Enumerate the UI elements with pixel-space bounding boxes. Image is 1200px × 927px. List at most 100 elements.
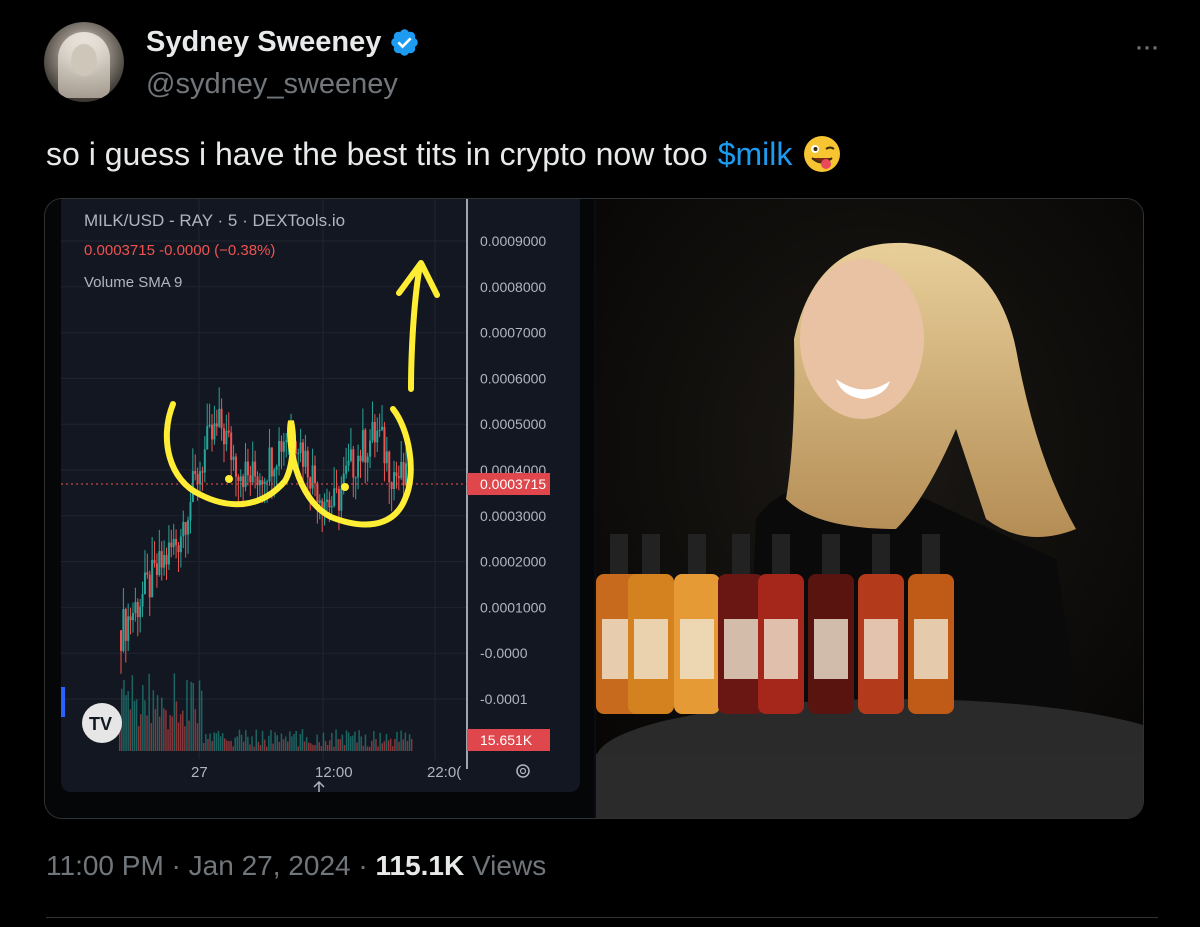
verified-badge-icon: [391, 29, 419, 56]
candle-body: [359, 455, 362, 462]
volume-bar: [230, 740, 232, 751]
winking-tongue-emoji-icon: [804, 136, 841, 172]
volume-bar: [131, 675, 134, 751]
volume-bar: [289, 731, 291, 751]
volume-bar: [200, 690, 203, 751]
price-tick-label: 0.0009000: [480, 233, 546, 249]
candle-body: [383, 426, 386, 464]
tweet-media[interactable]: MILK/USD - RAY · 5 · DEXTools.io 0.00037…: [44, 198, 1144, 819]
settings-gear-icon[interactable]: [516, 764, 530, 778]
candle-body: [155, 563, 158, 575]
candle-body: [325, 499, 328, 502]
candle-body: [297, 452, 300, 454]
tweet-body: so i guess i have the best tits in crypt…: [46, 135, 708, 172]
volume-bar: [293, 733, 295, 751]
volume-bar: [335, 729, 337, 751]
tweet-time[interactable]: 11:00 PM: [46, 850, 164, 881]
volume-bar: [213, 732, 215, 751]
volume-bar: [154, 709, 157, 751]
volume-bar: [184, 726, 186, 751]
price-tick-label: 0.0007000: [480, 325, 546, 341]
side-handle[interactable]: [61, 687, 65, 717]
candle-body: [170, 542, 173, 548]
volume-bar: [175, 701, 178, 751]
candle-body: [299, 442, 302, 453]
volume-bar: [385, 733, 388, 751]
resize-arrow-icon[interactable]: [313, 780, 325, 804]
volume-bar: [259, 745, 262, 751]
tweet-footer: 11:00 PM · Jan 27, 2024 · 115.1K Views: [46, 850, 546, 882]
volume-bar: [182, 710, 184, 751]
time-tick-0: 27: [191, 764, 208, 781]
candle-body: [378, 429, 381, 431]
more-options-icon[interactable]: ···: [1134, 30, 1160, 64]
candle-body: [347, 460, 350, 466]
tradingview-logo[interactable]: TV: [82, 703, 122, 743]
volume-bar: [284, 736, 287, 751]
candle-body: [143, 572, 146, 595]
price-tick-label: 0.0002000: [480, 554, 546, 570]
volume-bar: [410, 738, 413, 751]
price-tick-label: 0.0001000: [480, 599, 546, 615]
cashtag-link[interactable]: $milk: [718, 136, 793, 173]
volume-bar: [396, 731, 398, 751]
bottle-neck: [922, 534, 940, 576]
candle-body: [208, 424, 211, 427]
bottle-neck: [642, 534, 660, 576]
author-name-text[interactable]: Sydney Sweeney: [146, 26, 381, 59]
volume-bar: [127, 691, 129, 751]
volume-bar: [251, 736, 253, 751]
candle-body: [146, 572, 149, 575]
volume-bar: [322, 732, 325, 751]
volume-bar: [188, 720, 190, 751]
bottle-label: [764, 619, 798, 679]
candle-body: [354, 477, 357, 479]
candle-body: [330, 506, 333, 508]
candle-body: [136, 602, 139, 618]
candle-body: [268, 447, 271, 482]
candle-body: [273, 469, 276, 477]
candle-body: [352, 449, 355, 478]
candle-body: [270, 447, 273, 477]
volume-bar: [219, 736, 222, 751]
candle-body: [385, 451, 388, 464]
candle-body: [127, 616, 130, 641]
candle-body: [211, 424, 214, 440]
volume-bar: [356, 742, 358, 751]
candle-body: [280, 440, 283, 452]
volume-bar: [354, 731, 356, 751]
volume-bar: [207, 738, 209, 751]
volume-bar: [255, 729, 257, 751]
volume-bar: [326, 744, 329, 751]
tweet-text: so i guess i have the best tits in crypt…: [46, 134, 842, 174]
author-name[interactable]: Sydney Sweeney: [146, 26, 420, 59]
candle-body: [160, 551, 163, 568]
volume-bar: [209, 733, 211, 751]
tweet-date[interactable]: Jan 27, 2024: [189, 850, 351, 881]
author-avatar[interactable]: [44, 22, 124, 102]
bottle-label: [914, 619, 948, 679]
bottle-neck: [772, 534, 790, 576]
volume-bar: [278, 741, 281, 751]
chart-image[interactable]: MILK/USD - RAY · 5 · DEXTools.io 0.00037…: [45, 199, 594, 818]
volume-bar: [350, 736, 352, 751]
volume-bar: [236, 736, 239, 751]
photo-image[interactable]: [596, 199, 1143, 818]
candle-body: [402, 461, 405, 486]
author-handle[interactable]: @sydney_sweeney: [146, 68, 398, 101]
volume-bar: [240, 734, 243, 751]
candle-body: [254, 461, 257, 477]
candle-body: [306, 450, 309, 478]
volume-bar: [368, 746, 371, 751]
volume-bar: [295, 731, 297, 751]
candle-body: [258, 480, 261, 486]
candle-body: [222, 428, 225, 445]
bottle-label: [814, 619, 848, 679]
volume-bar: [280, 733, 283, 751]
bottle-neck: [610, 534, 628, 576]
volume-bar: [360, 736, 362, 751]
volume-bar: [125, 695, 127, 751]
candle-body: [275, 466, 278, 470]
volume-bar: [161, 697, 163, 751]
volume-bar: [274, 732, 276, 751]
